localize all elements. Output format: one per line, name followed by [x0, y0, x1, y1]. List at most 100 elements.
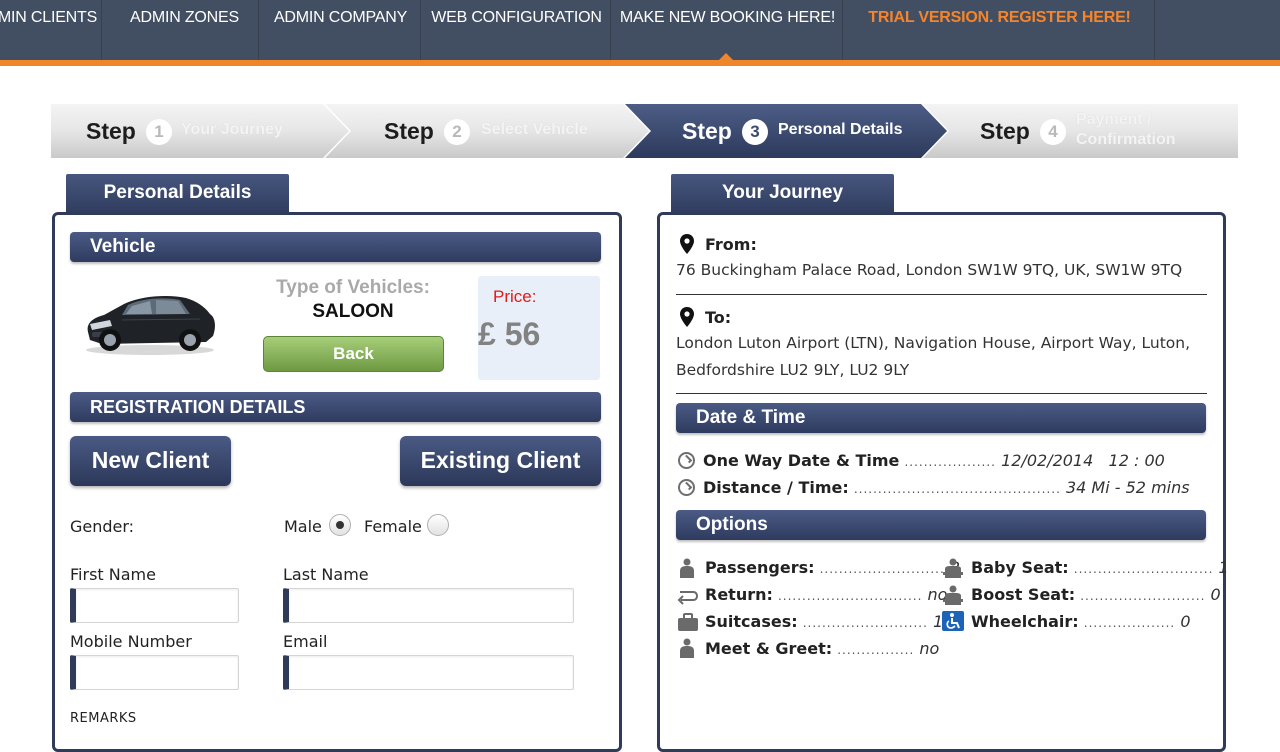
female-radio[interactable]	[427, 514, 449, 536]
vehicle-type-label: Type of Vehicles:	[276, 277, 430, 298]
car-image	[86, 296, 215, 355]
to-label: To:	[705, 308, 732, 327]
step-4-number: 4	[1040, 119, 1066, 145]
female-label: Female	[364, 517, 422, 536]
option-suitcases: Suitcases: .......................... 1	[705, 612, 943, 631]
new-client-button[interactable]: New Client	[70, 436, 231, 486]
boost-seat-icon	[943, 585, 963, 605]
wheelchair-label: Wheelchair:	[971, 612, 1079, 631]
map-pin-icon	[680, 307, 694, 327]
email-input[interactable]	[283, 655, 574, 690]
last-name-label: Last Name	[283, 565, 369, 584]
email-label: Email	[283, 632, 328, 651]
from-address: 76 Buckingham Palace Road, London SW1W 9…	[676, 261, 1183, 279]
distance-row: Distance / Time: .......................…	[678, 478, 1190, 497]
back-button[interactable]: Back	[263, 336, 444, 372]
suitcase-icon	[678, 613, 698, 631]
nav-admin-zones[interactable]: ADMIN ZONES	[111, 0, 259, 60]
from-label: From:	[705, 235, 757, 254]
option-baby-seat: Baby Seat: .............................…	[971, 558, 1229, 577]
step-1-text: Your Journey	[181, 121, 283, 138]
leader-dots: ..............................	[777, 589, 923, 603]
existing-client-button[interactable]: Existing Client	[400, 436, 601, 486]
price-label: Price:	[493, 287, 537, 306]
step-3-number: 3	[742, 119, 768, 145]
baby-seat-value: 1	[1218, 558, 1229, 577]
baby-seat-icon	[943, 558, 963, 578]
nav-admin-company[interactable]: ADMIN COMPANY	[261, 0, 421, 60]
mobile-number-label: Mobile Number	[70, 632, 192, 651]
leader-dots: ................	[837, 643, 915, 657]
leader-dots: ..........................	[1080, 589, 1206, 603]
first-name-input[interactable]	[70, 588, 239, 623]
leader-dots: ...................	[904, 455, 996, 469]
registration-details-bar: REGISTRATION DETAILS	[70, 392, 601, 422]
option-return: Return: .............................. n…	[705, 585, 947, 604]
return-label: Return:	[705, 585, 773, 604]
vehicle-type-value: SALOON	[312, 301, 394, 322]
leader-dots: ...................	[1083, 616, 1176, 630]
vehicle-bar: Vehicle	[70, 232, 601, 262]
one-way-label: One Way Date & Time	[703, 451, 900, 470]
male-label: Male	[284, 517, 322, 536]
leader-dots: ..........................	[819, 562, 945, 576]
clock-icon	[678, 452, 695, 469]
nav-trial-register[interactable]: TRIAL VERSION. REGISTER HERE!	[845, 0, 1155, 60]
remarks-label: REMARKS	[70, 711, 137, 726]
option-passengers: Passengers: .......................... 2	[705, 558, 960, 577]
price-value: £ 56	[478, 316, 541, 352]
leader-dots: .............................	[1073, 562, 1214, 576]
male-radio[interactable]	[329, 514, 351, 536]
to-address: London Luton Airport (LTN), Navigation H…	[676, 334, 1191, 379]
passengers-label: Passengers:	[705, 558, 815, 577]
mobile-number-input[interactable]	[70, 655, 239, 690]
leader-dots: ........................................…	[853, 482, 1061, 496]
gender-label: Gender:	[70, 517, 135, 536]
distance-label: Distance / Time:	[703, 478, 849, 497]
wheelchair-icon	[942, 611, 964, 631]
option-boost-seat: Boost Seat: .......................... 0	[971, 585, 1221, 604]
map-pin-icon	[680, 234, 694, 254]
step-2-number: 2	[444, 119, 470, 145]
step-2-word: Step	[384, 118, 434, 144]
nav-web-configuration[interactable]: WEB CONFIGURATION	[423, 0, 611, 60]
options-bar: Options	[676, 510, 1206, 540]
step-3-word: Step	[682, 118, 732, 144]
your-journey-tab: Your Journey	[671, 174, 894, 214]
step-1-number: 1	[146, 119, 172, 145]
meet-greet-icon	[680, 638, 694, 658]
meet-greet-value: no	[919, 639, 940, 658]
first-name-label: First Name	[70, 565, 156, 584]
return-icon	[677, 591, 698, 605]
booking-steps: Step 1 Your Journey Step 2 Select Vehicl…	[51, 104, 1238, 158]
nav-admin-clients[interactable]: MIN CLIENTS	[0, 0, 102, 60]
step-3-text: Personal Details	[778, 121, 903, 138]
from-divider	[676, 294, 1207, 295]
step-1-word: Step	[86, 118, 136, 144]
boost-seat-value: 0	[1210, 585, 1221, 604]
passenger-icon	[680, 558, 694, 578]
date-time-bar: Date & Time	[676, 403, 1206, 433]
clock-icon	[678, 479, 695, 496]
step-4-text: Payment / Confirmation	[1076, 111, 1176, 148]
step-2-text: Select Vehicle	[481, 121, 588, 138]
nav-accent-stripe	[0, 60, 1280, 66]
step-4-word: Step	[980, 118, 1030, 144]
meet-greet-label: Meet & Greet:	[705, 639, 833, 658]
distance-value: 34 Mi - 52 mins	[1065, 478, 1190, 497]
to-divider	[676, 393, 1207, 394]
option-wheelchair: Wheelchair: ................... 0	[971, 612, 1191, 631]
last-name-input[interactable]	[283, 588, 574, 623]
nav-make-new-booking[interactable]: MAKE NEW BOOKING HERE!	[613, 0, 843, 60]
option-meet-greet: Meet & Greet: ................ no	[705, 639, 939, 658]
personal-details-tab: Personal Details	[66, 174, 289, 214]
one-way-date-row: One Way Date & Time ................... …	[678, 451, 1165, 470]
wheelchair-value: 0	[1180, 612, 1191, 631]
one-way-time: 12 : 00	[1108, 451, 1165, 470]
boost-seat-label: Boost Seat:	[971, 585, 1076, 604]
top-nav: MIN CLIENTS ADMIN ZONES ADMIN COMPANY WE…	[0, 0, 1280, 60]
suitcases-label: Suitcases:	[705, 612, 798, 631]
active-nav-caret	[719, 53, 733, 60]
one-way-date: 12/02/2014	[1001, 451, 1094, 470]
baby-seat-label: Baby Seat:	[971, 558, 1069, 577]
